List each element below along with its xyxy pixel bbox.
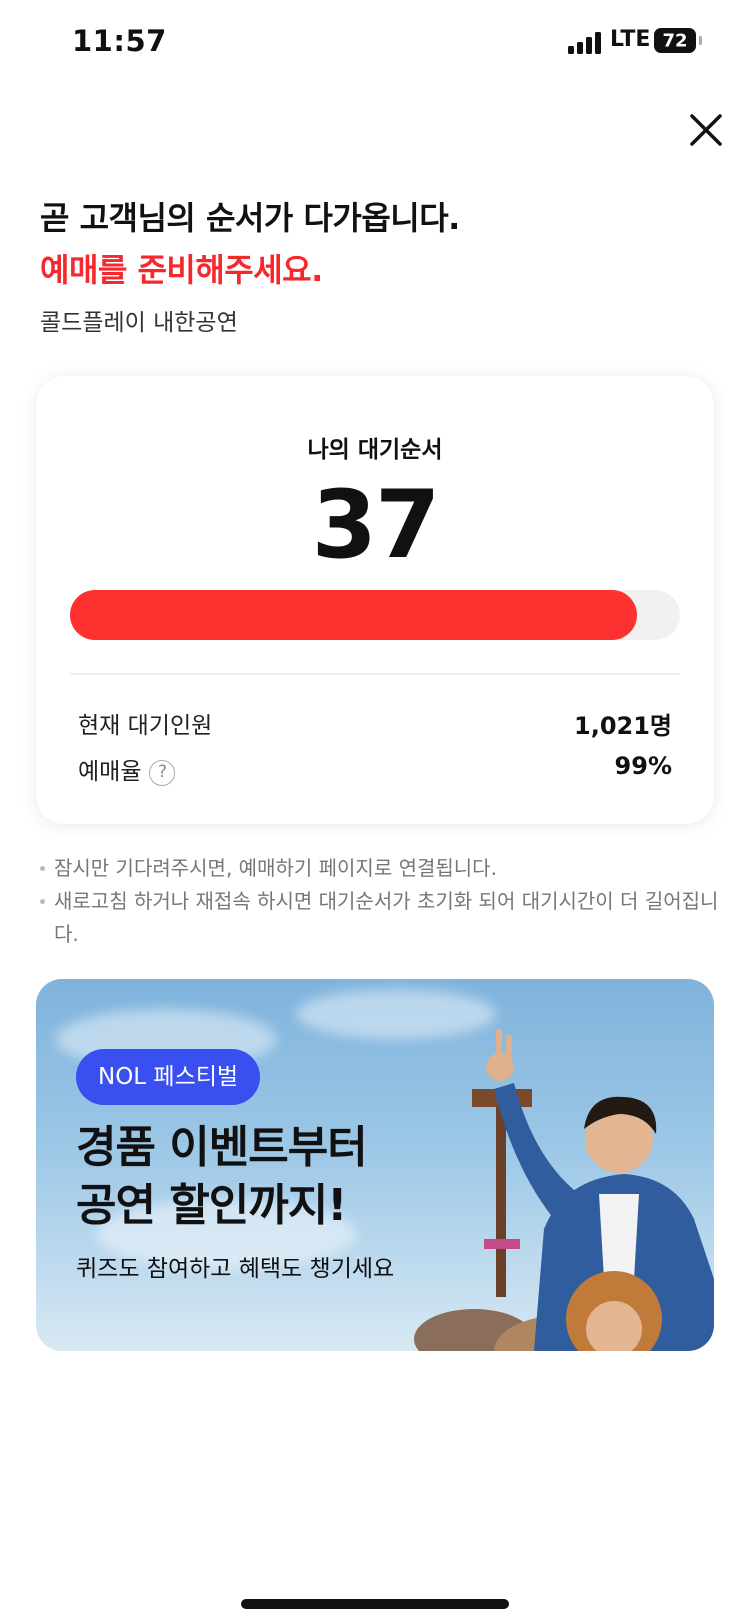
network-type: LTE	[610, 27, 651, 52]
page-subtitle: 예매를 준비해주세요.	[40, 251, 323, 289]
status-bar: 11:57 LTE 72	[0, 0, 750, 86]
card-divider	[70, 673, 680, 675]
promo-title-line: 공연 할인까지!	[76, 1180, 347, 1231]
notice-list: 잠시만 기다려주시면, 예매하기 페이지로 연결됩니다. 새로고침 하거나 재접…	[40, 852, 720, 951]
booking-rate-label: 예매율	[78, 759, 142, 785]
queue-progress-fill	[70, 590, 638, 640]
queue-position-number: 37	[311, 471, 441, 580]
battery-level: 72	[662, 30, 688, 51]
promo-banner[interactable]: NOL 페스티벌 경품 이벤트부터 공연 할인까지! 퀴즈도 참여하고 혜택도 …	[36, 979, 714, 1351]
current-waiting-label: 현재 대기인원	[78, 713, 213, 739]
promo-title-line: 경품 이벤트부터	[76, 1122, 368, 1173]
page-title: 곧 고객님의 순서가 다가옵니다.	[40, 199, 460, 237]
queue-screen: 11:57 LTE 72 곧 고객님의 순서가 다가옵니다. 예매를 준비해주세…	[0, 0, 750, 1623]
bullet-dot	[40, 899, 45, 904]
promo-description: 퀴즈도 참여하고 혜택도 챙기세요	[76, 1256, 395, 1282]
notice-text: 새로고침 하거나 재접속 하시면 대기순서가 초기화 되어 대기시간이 더 길어…	[54, 889, 719, 946]
queue-card: 나의 대기순서 37 현재 대기인원 1,021명 예매율? 99%	[36, 376, 714, 824]
notice-item: 잠시만 기다려주시면, 예매하기 페이지로 연결됩니다.	[40, 852, 720, 885]
signal-icon	[568, 30, 602, 54]
promo-title: 경품 이벤트부터 공연 할인까지!	[76, 1119, 368, 1235]
battery-tip	[699, 36, 702, 45]
notice-item: 새로고침 하거나 재접속 하시면 대기순서가 초기화 되어 대기시간이 더 길어…	[40, 885, 720, 951]
status-time: 11:57	[72, 24, 167, 58]
notice-text: 잠시만 기다려주시면, 예매하기 페이지로 연결됩니다.	[54, 856, 497, 880]
home-indicator[interactable]	[241, 1599, 509, 1609]
battery-icon: 72	[654, 28, 696, 53]
help-icon[interactable]: ?	[149, 759, 176, 786]
festival-photo-illustration	[414, 1029, 714, 1351]
promo-tag: NOL 페스티벌	[76, 1049, 261, 1105]
queue-progress-bar	[70, 590, 680, 640]
close-button[interactable]	[684, 108, 728, 152]
queue-position-label: 나의 대기순서	[307, 437, 443, 463]
close-icon	[690, 114, 722, 146]
booking-rate-value: 99%	[614, 752, 672, 780]
event-name: 콜드플레이 내한공연	[40, 310, 238, 336]
bullet-dot	[40, 866, 45, 871]
booking-rate-row: 예매율?	[78, 752, 176, 786]
current-waiting-value: 1,021명	[574, 712, 672, 740]
